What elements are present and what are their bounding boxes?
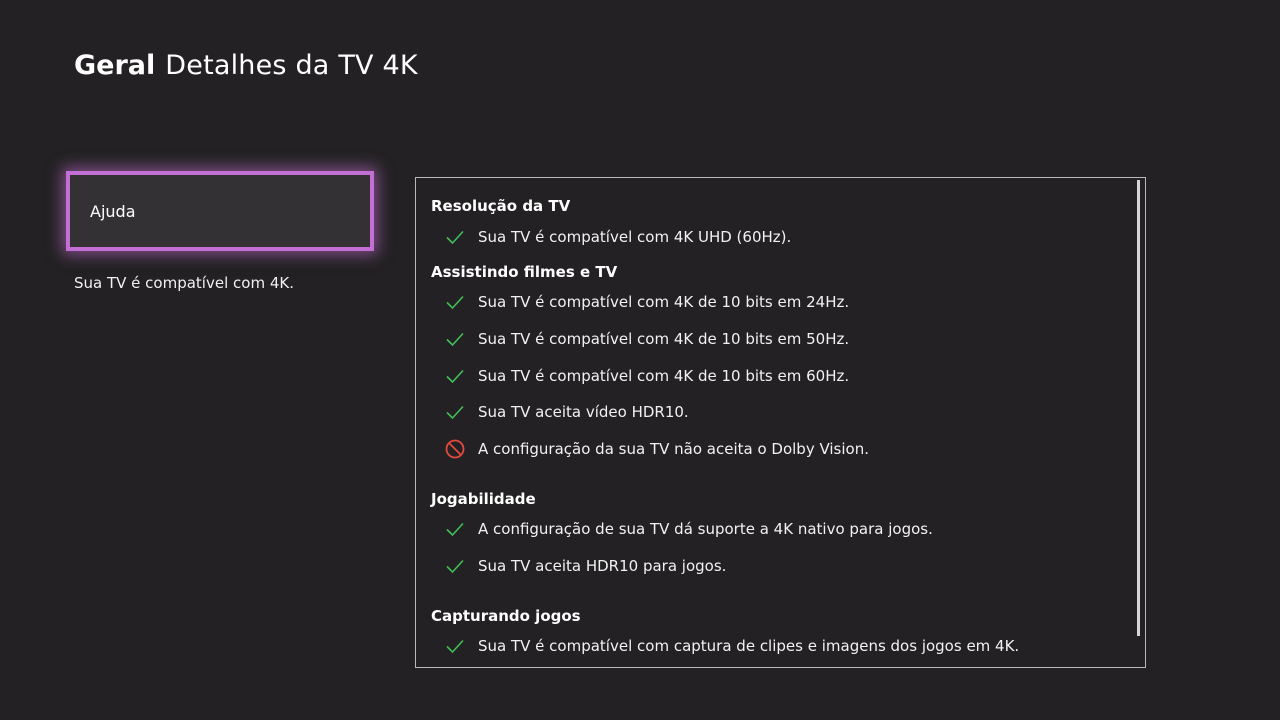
page-header: Geral Detalhes da TV 4K xyxy=(74,48,418,84)
list-item: Sua TV é compatível com 4K de 10 bits em… xyxy=(444,327,849,351)
list-item-text: Sua TV é compatível com 4K de 10 bits em… xyxy=(478,367,850,385)
list-item: Sua TV aceita vídeo HDR10. xyxy=(444,400,689,424)
check-icon xyxy=(446,405,464,420)
list-item-text: A configuração de sua TV dá suporte a 4K… xyxy=(478,520,933,538)
details-panel[interactable]: Resolução da TV Sua TV é compatível com … xyxy=(415,177,1146,668)
check-icon xyxy=(446,369,464,384)
scrollbar[interactable] xyxy=(1137,180,1140,636)
list-item: A configuração da sua TV não aceita o Do… xyxy=(444,437,869,461)
section-heading-capture: Capturando jogos xyxy=(431,607,581,625)
blocked-icon xyxy=(445,439,465,459)
list-item-text: Sua TV é compatível com 4K UHD (60Hz). xyxy=(478,228,792,246)
list-item: Sua TV é compatível com 4K de 10 bits em… xyxy=(444,290,849,314)
settings-page: Geral Detalhes da TV 4K Ajuda Sua TV é co… xyxy=(0,0,1280,720)
list-item: Sua TV é compatível com captura de clipe… xyxy=(444,634,1019,658)
help-button-label: Ajuda xyxy=(90,202,136,221)
list-item: A configuração de sua TV dá suporte a 4K… xyxy=(444,517,933,541)
section-title: Geral xyxy=(74,50,156,81)
section-heading-resolution: Resolução da TV xyxy=(431,197,571,215)
section-heading-gaming: Jogabilidade xyxy=(431,490,536,508)
list-item: Sua TV é compatível com 4K de 10 bits em… xyxy=(444,364,849,388)
list-item: Sua TV é compatível com 4K UHD (60Hz). xyxy=(444,225,791,249)
list-item-text: Sua TV aceita HDR10 para jogos. xyxy=(478,557,727,575)
list-item-text: Sua TV é compatível com 4K de 10 bits em… xyxy=(478,293,850,311)
check-icon xyxy=(446,295,464,310)
list-item-text: Sua TV é compatível com captura de clipe… xyxy=(478,637,1020,655)
list-item: Sua TV aceita HDR10 para jogos. xyxy=(444,554,726,578)
list-item-text: A configuração da sua TV não aceita o Do… xyxy=(478,440,869,458)
page-title: Detalhes da TV 4K xyxy=(165,50,418,81)
check-icon xyxy=(446,639,464,654)
compatibility-summary: Sua TV é compatível com 4K. xyxy=(74,274,294,292)
section-heading-movies: Assistindo filmes e TV xyxy=(431,263,618,281)
check-icon xyxy=(446,332,464,347)
check-icon xyxy=(446,522,464,537)
check-icon xyxy=(446,230,464,245)
list-item-text: Sua TV aceita vídeo HDR10. xyxy=(478,403,689,421)
list-item-text: Sua TV é compatível com 4K de 10 bits em… xyxy=(478,330,850,348)
check-icon xyxy=(446,559,464,574)
help-button[interactable]: Ajuda xyxy=(66,171,374,251)
